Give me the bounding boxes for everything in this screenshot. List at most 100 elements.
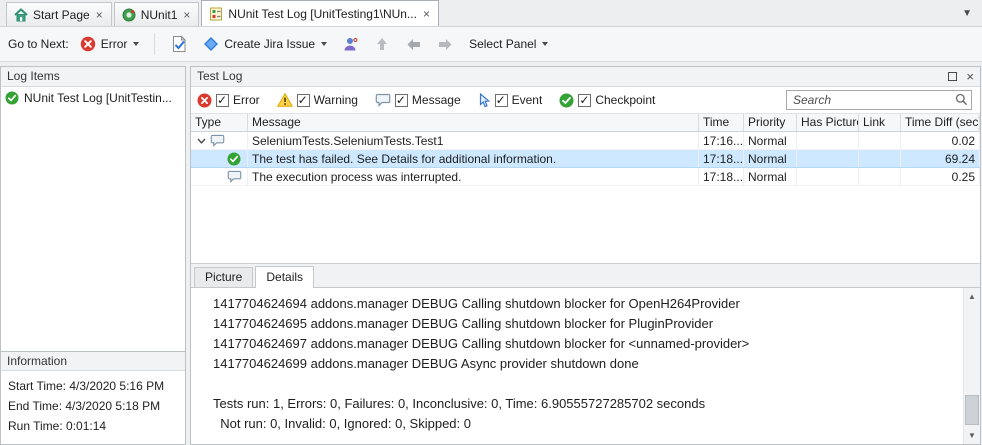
time-cell: 17:16... bbox=[699, 132, 744, 149]
run-time-text: Run Time: 0:01:14 bbox=[8, 416, 178, 436]
column-header[interactable]: Link bbox=[859, 114, 901, 131]
test-log-header: Test Log × bbox=[191, 67, 980, 87]
checkpoint-icon bbox=[559, 93, 574, 108]
error-button-label: Error bbox=[101, 37, 128, 51]
vertical-scrollbar[interactable]: ▲ ▼ bbox=[963, 288, 980, 444]
details-text: 1417704624694 addons.manager DEBUG Calli… bbox=[191, 288, 963, 444]
log-grid-header: Type Message Time Priority Has Picture L… bbox=[191, 114, 980, 132]
details-line: 1417704624697 addons.manager DEBUG Calli… bbox=[213, 334, 957, 354]
scroll-down-icon[interactable]: ▼ bbox=[964, 427, 980, 444]
message-cell: SeleniumTests.SeleniumTests.Test1 bbox=[248, 132, 699, 149]
select-panel-label: Select Panel bbox=[469, 37, 536, 51]
has-picture-cell bbox=[797, 168, 859, 185]
go-to-next-label: Go to Next: bbox=[8, 37, 69, 51]
error-checkbox[interactable] bbox=[216, 94, 229, 107]
link-cell bbox=[859, 168, 901, 185]
column-header[interactable]: Type bbox=[191, 114, 248, 131]
filter-label: Checkpoint bbox=[595, 93, 655, 107]
post-issue-icon bbox=[170, 35, 188, 53]
log-items-header: Log Items bbox=[1, 67, 185, 87]
close-panel-icon[interactable]: × bbox=[966, 70, 974, 83]
column-header[interactable]: Has Picture bbox=[797, 114, 859, 131]
log-row[interactable]: The execution process was interrupted. 1… bbox=[191, 168, 980, 186]
message-icon bbox=[210, 134, 225, 147]
user-icon bbox=[342, 36, 359, 53]
expander-icon[interactable] bbox=[195, 138, 208, 144]
log-toolbar: Go to Next: Error Create Jira Issue bbox=[0, 27, 982, 62]
chevron-down-icon bbox=[542, 42, 548, 46]
details-line: 1417704624695 addons.manager DEBUG Calli… bbox=[213, 314, 957, 334]
float-panel-icon[interactable] bbox=[948, 72, 957, 81]
warning-icon bbox=[277, 93, 293, 107]
go-to-next-error-button[interactable]: Error bbox=[76, 33, 144, 55]
priority-cell: Normal bbox=[744, 168, 797, 185]
priority-cell: Normal bbox=[744, 150, 797, 167]
details-line: 1417704624699 addons.manager DEBUG Async… bbox=[213, 354, 957, 374]
event-icon bbox=[478, 93, 491, 108]
jira-user-button[interactable] bbox=[338, 33, 363, 56]
next-item-button[interactable] bbox=[433, 34, 458, 55]
select-panel-button[interactable]: Select Panel bbox=[465, 34, 552, 54]
time-diff-cell: 69.24 bbox=[901, 150, 980, 167]
column-header[interactable]: Time Diff (sec) bbox=[901, 114, 980, 131]
tab-nunit1[interactable]: NUnit1 × bbox=[114, 2, 200, 26]
project-icon bbox=[122, 8, 136, 22]
scrollbar-thumb[interactable] bbox=[965, 395, 979, 425]
tab-list-dropdown-icon[interactable]: ▼ bbox=[962, 8, 972, 19]
filter-label: Message bbox=[412, 93, 461, 107]
tab-picture[interactable]: Picture bbox=[194, 267, 253, 287]
column-header[interactable]: Message bbox=[248, 114, 699, 131]
information-header: Information bbox=[1, 351, 185, 371]
arrow-left-icon bbox=[405, 37, 422, 52]
column-header[interactable]: Time bbox=[699, 114, 744, 131]
test-log-icon bbox=[209, 7, 223, 21]
event-checkbox[interactable] bbox=[495, 94, 508, 107]
tab-label: NUnit1 bbox=[141, 8, 178, 22]
up-one-level-button[interactable] bbox=[370, 33, 394, 55]
chevron-down-icon bbox=[321, 42, 327, 46]
log-row[interactable]: The test has failed. See Details for add… bbox=[191, 150, 980, 168]
checkpoint-checkbox[interactable] bbox=[578, 94, 591, 107]
time-cell: 17:18... bbox=[699, 150, 744, 167]
search-box bbox=[786, 90, 972, 110]
arrow-up-icon bbox=[374, 36, 390, 52]
has-picture-cell bbox=[797, 132, 859, 149]
close-icon[interactable]: × bbox=[182, 9, 191, 21]
column-header[interactable]: Priority bbox=[744, 114, 797, 131]
test-log-title: Test Log bbox=[197, 67, 948, 86]
document-tabbar: Start Page × NUnit1 × NUnit Test Log [Un… bbox=[0, 0, 982, 27]
message-checkbox[interactable] bbox=[395, 94, 408, 107]
information-body: Start Time: 4/3/2020 5:16 PM End Time: 4… bbox=[1, 371, 185, 444]
previous-item-button[interactable] bbox=[401, 34, 426, 55]
scroll-up-icon[interactable]: ▲ bbox=[964, 288, 980, 305]
filter-bar: Error Warning Message Event bbox=[191, 87, 980, 114]
log-row[interactable]: SeleniumTests.SeleniumTests.Test1 17:16.… bbox=[191, 132, 980, 150]
warning-checkbox[interactable] bbox=[297, 94, 310, 107]
start-time-text: Start Time: 4/3/2020 5:16 PM bbox=[8, 376, 178, 396]
search-input[interactable] bbox=[786, 90, 972, 110]
close-icon[interactable]: × bbox=[422, 8, 431, 20]
arrow-right-icon bbox=[437, 37, 454, 52]
time-diff-cell: 0.25 bbox=[901, 168, 980, 185]
toolbar-separator bbox=[154, 33, 155, 55]
test-log-panel: Test Log × Error Warning Message bbox=[190, 66, 981, 445]
link-cell bbox=[859, 132, 901, 149]
log-items-title: Log Items bbox=[7, 67, 179, 86]
close-icon[interactable]: × bbox=[95, 9, 104, 21]
create-jira-issue-button[interactable]: Create Jira Issue bbox=[199, 33, 331, 55]
filter-error: Error bbox=[197, 93, 260, 108]
filter-event: Event bbox=[478, 93, 543, 108]
priority-cell: Normal bbox=[744, 132, 797, 149]
post-issue-button[interactable] bbox=[166, 32, 192, 56]
error-icon bbox=[197, 93, 212, 108]
tab-label: NUnit Test Log [UnitTesting1\NUn... bbox=[228, 7, 417, 21]
details-line: 1417704624694 addons.manager DEBUG Calli… bbox=[213, 294, 957, 314]
filter-warning: Warning bbox=[277, 93, 358, 107]
chevron-down-icon bbox=[133, 42, 139, 46]
filter-message: Message bbox=[375, 93, 461, 107]
log-tree-item[interactable]: NUnit Test Log [UnitTestin... bbox=[1, 87, 185, 108]
tab-nunit-test-log[interactable]: NUnit Test Log [UnitTesting1\NUn... × bbox=[201, 0, 439, 26]
message-cell: The execution process was interrupted. bbox=[248, 168, 699, 185]
tab-details[interactable]: Details bbox=[255, 266, 314, 288]
tab-start-page[interactable]: Start Page × bbox=[6, 2, 112, 26]
